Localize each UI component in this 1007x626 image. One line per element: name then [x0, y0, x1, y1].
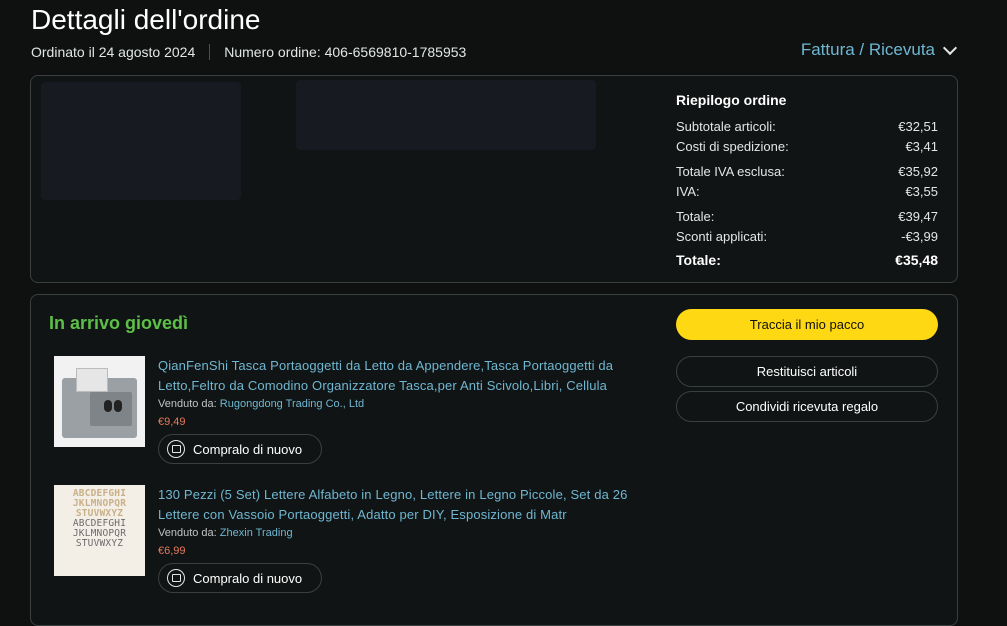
- seller-info: Venduto da: Zhexin Trading: [158, 527, 648, 539]
- summary-value: €3,55: [905, 184, 938, 200]
- summary-value: €35,92: [898, 163, 938, 179]
- buy-again-label: Compralo di nuovo: [193, 570, 303, 586]
- product-image[interactable]: ABCDEFGHI JKLMNOPQR STUVWXYZ ABCDEFGHI JKLM…: [54, 485, 145, 576]
- product-image-magazine: [76, 368, 108, 392]
- redacted-payment-method: [296, 80, 596, 150]
- divider: [209, 44, 211, 60]
- return-items-button[interactable]: Restituisci articoli: [676, 356, 938, 387]
- summary-row-net-total: Totale IVA esclusa: €35,92: [676, 161, 938, 182]
- share-gift-receipt-button[interactable]: Condividi ricevuta regalo: [676, 391, 938, 422]
- order-info-card: Riepilogo ordine Subtotale articoli: €32…: [30, 75, 958, 283]
- buy-again-button[interactable]: Compralo di nuovo: [158, 434, 322, 464]
- summary-label: Totale:: [676, 252, 721, 269]
- summary-row-vat: IVA: €3,55: [676, 182, 938, 203]
- buy-again-label: Compralo di nuovo: [193, 441, 303, 457]
- product-title-link[interactable]: 130 Pezzi (5 Set) Lettere Alfabeto in Le…: [158, 485, 648, 525]
- summary-label: IVA:: [676, 184, 700, 200]
- summary-value: €39,47: [898, 208, 938, 224]
- summary-value: -€3,99: [901, 229, 938, 245]
- delivery-status: In arrivo giovedì: [49, 313, 189, 333]
- seller-link[interactable]: Rugongdong Trading Co., Ltd: [220, 398, 364, 410]
- page-title: Dettagli dell'ordine: [31, 4, 261, 35]
- item-price: €6,99: [158, 545, 186, 557]
- order-date: Ordinato il 24 agosto 2024: [31, 44, 196, 60]
- product-image-glasses: [114, 400, 122, 412]
- summary-row-grand-total: Totale: €35,48: [676, 250, 938, 271]
- invoice-dropdown[interactable]: Fattura / Ricevuta: [801, 40, 958, 60]
- summary-label: Totale IVA esclusa:: [676, 163, 785, 179]
- order-number: Numero ordine: 406-6569810-1785953: [224, 44, 467, 60]
- track-package-button[interactable]: Traccia il mio pacco: [676, 309, 938, 340]
- product-image-glasses: [104, 400, 112, 412]
- buy-again-button[interactable]: Compralo di nuovo: [158, 563, 322, 593]
- summary-row-subtotal: Subtotale articoli: €32,51: [676, 116, 938, 137]
- seller-info: Venduto da: Rugongdong Trading Co., Ltd: [158, 398, 648, 410]
- product-image-letters: ABCDEFGHI JKLMNOPQR STUVWXYZ ABCDEFGHI JKLM…: [54, 485, 145, 576]
- summary-value: €32,51: [898, 118, 938, 134]
- buy-again-icon: [167, 440, 185, 458]
- summary-value: €3,41: [905, 139, 938, 155]
- summary-heading: Riepilogo ordine: [676, 92, 787, 108]
- summary-row-discounts: Sconti applicati: -€3,99: [676, 227, 938, 248]
- item-details: QianFenShi Tasca Portaoggetti da Letto d…: [158, 356, 648, 464]
- product-image[interactable]: [54, 356, 145, 447]
- seller-link[interactable]: Zhexin Trading: [220, 527, 293, 539]
- summary-row-total: Totale: €39,47: [676, 206, 938, 227]
- summary-label: Subtotale articoli:: [676, 118, 776, 134]
- invoice-link-label[interactable]: Fattura / Ricevuta: [801, 40, 935, 60]
- redacted-shipping-address: [41, 82, 241, 200]
- chevron-down-icon: [942, 40, 958, 56]
- item-price: €9,49: [158, 416, 186, 428]
- buy-again-icon: [167, 569, 185, 587]
- summary-value: €35,48: [895, 252, 938, 269]
- summary-label: Totale:: [676, 208, 715, 224]
- seller-label: Venduto da:: [158, 527, 217, 539]
- shipment-card: In arrivo giovedì Traccia il mio pacco R…: [30, 294, 958, 626]
- summary-row-shipping: Costi di spedizione: €3,41: [676, 137, 938, 158]
- order-meta: Ordinato il 24 agosto 2024 Numero ordine…: [31, 44, 466, 60]
- order-summary: Riepilogo ordine Subtotale articoli: €32…: [676, 92, 938, 271]
- summary-label: Sconti applicati:: [676, 229, 768, 245]
- product-title-link[interactable]: QianFenShi Tasca Portaoggetti da Letto d…: [158, 356, 648, 396]
- seller-label: Venduto da:: [158, 398, 217, 410]
- summary-label: Costi di spedizione:: [676, 139, 789, 155]
- item-details: 130 Pezzi (5 Set) Lettere Alfabeto in Le…: [158, 485, 648, 593]
